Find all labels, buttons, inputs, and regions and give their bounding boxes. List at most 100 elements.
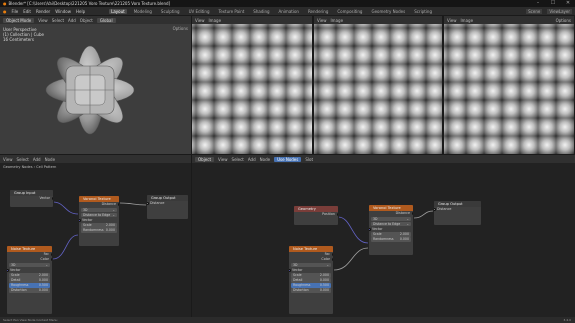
viewport-menu-view[interactable]: View [38, 18, 48, 23]
node-left-menu-view[interactable]: View [3, 157, 13, 162]
voronoi-node-left[interactable]: Voronoi Texture Distance 3D ⌄ Distance to… [78, 195, 120, 247]
menu-file[interactable]: File [12, 9, 19, 14]
3d-viewport[interactable]: Options User Perspective (1) Collection … [0, 24, 191, 154]
noise-right-roughness[interactable]: Roughness 0.500 [291, 283, 331, 288]
slot-selector[interactable]: Slot [305, 157, 313, 162]
voronoi-right-scale[interactable]: Scale 2.000 [371, 232, 411, 237]
menu-help[interactable]: Help [76, 9, 85, 14]
viewport-menu-object[interactable]: Object [80, 18, 93, 23]
socket[interactable] [331, 253, 333, 256]
socket[interactable] [7, 268, 9, 272]
node-left-menu-node[interactable]: Node [45, 157, 55, 162]
socket[interactable] [147, 202, 149, 205]
flower-mesh [45, 45, 135, 135]
socket[interactable] [117, 203, 119, 206]
voronoi-left-feature[interactable]: Distance to Edge ⌄ [81, 212, 117, 217]
workspace-tab-modeling[interactable]: Modeling [132, 9, 154, 14]
socket[interactable] [434, 208, 436, 211]
workspace-tab-sculpting[interactable]: Sculpting [159, 9, 182, 14]
workspace-tab-geometry-nodes[interactable]: Geometry Nodes [369, 9, 407, 14]
noise-node-right[interactable]: Noise Texture Fac Color 3D ⌄ Vector Scale… [288, 245, 334, 315]
noise-left-dimension[interactable]: 3D ⌄ [9, 262, 50, 267]
noise-left-scale[interactable]: Scale 2.000 [9, 273, 50, 278]
socket[interactable] [411, 212, 413, 215]
viewport-menu-add[interactable]: Add [68, 18, 76, 23]
node-right-menu-add[interactable]: Add [248, 157, 256, 162]
texture-preview-1[interactable] [192, 24, 312, 154]
voronoi-node-right[interactable]: Voronoi Texture Distance 3D ⌄ Distance to… [368, 204, 414, 256]
voronoi-right-dimension[interactable]: 3D ⌄ [371, 216, 411, 221]
menu-edit[interactable]: Edit [23, 9, 31, 14]
blender-menu-icon[interactable]: ● [3, 9, 7, 14]
texture-preview-3[interactable] [444, 24, 574, 154]
node-right-menu-node[interactable]: Node [260, 157, 270, 162]
scene-selector[interactable]: Scene [526, 8, 543, 14]
socket[interactable] [289, 268, 291, 272]
socket[interactable] [336, 213, 338, 216]
node-right-menu-view[interactable]: View [218, 157, 228, 162]
image-editor-3-options[interactable]: Options [556, 18, 571, 23]
noise-left-roughness[interactable]: Roughness 0.500 [9, 283, 50, 288]
geometry-node[interactable]: Geometry Position [293, 205, 339, 226]
texture-preview-2[interactable] [314, 24, 442, 154]
node-canvas-left[interactable]: Geometry Nodes › Cell Pattern Group Inpu… [0, 163, 191, 317]
transform-orientation[interactable]: Global [96, 17, 116, 23]
minimize-button[interactable]: – [531, 0, 545, 7]
voronoi-left-scale[interactable]: Scale 2.000 [81, 223, 117, 228]
maximize-button[interactable]: ☐ [546, 0, 560, 7]
image-editor-2-view-menu[interactable]: View [317, 18, 327, 23]
socket[interactable] [369, 227, 371, 231]
voronoi-left-randomness[interactable]: Randomness 0.000 [81, 228, 117, 233]
socket[interactable] [50, 253, 52, 256]
noise-right-dimension[interactable]: 3D ⌄ [291, 262, 331, 267]
status-bar: Select Pan View Node Context Menu 3.4.0 [0, 317, 575, 323]
workspace-tab-shading[interactable]: Shading [251, 9, 271, 14]
group-output-node-left[interactable]: Group Output Distance [146, 194, 189, 220]
chevron-down-icon: ⌄ [326, 262, 329, 267]
field-value: 0.000 [38, 288, 48, 292]
use-nodes-toggle[interactable]: Use Nodes [274, 156, 302, 162]
workspace-tab-compositing[interactable]: Compositing [335, 9, 364, 14]
image-editor-3-image-menu[interactable]: Image [461, 18, 474, 23]
voronoi-right-randomness[interactable]: Randomness 0.000 [371, 237, 411, 242]
image-editor-2-image-menu[interactable]: Image [331, 18, 344, 23]
workspace-tab-scripting[interactable]: Scripting [412, 9, 434, 14]
voronoi-left-dimension[interactable]: 3D ⌄ [81, 207, 117, 212]
workspace-tab-layout[interactable]: Layout [109, 8, 127, 14]
noise-node-left[interactable]: Noise Texture Fac Color 3D ⌄ Vector Scale… [6, 245, 53, 315]
node-right-object-selector[interactable]: Object [195, 156, 215, 162]
node-left-menu-add[interactable]: Add [33, 157, 41, 162]
viewport-menu-select[interactable]: Select [52, 18, 64, 23]
noise-left-distortion[interactable]: Distortion 0.000 [9, 288, 50, 293]
group-input-node[interactable]: Group Input Vector [9, 189, 54, 208]
viewport-options[interactable]: Options [173, 26, 188, 31]
view-layer-selector[interactable]: ViewLayer [547, 8, 572, 14]
noise-left-detail[interactable]: Detail 0.000 [9, 278, 50, 283]
image-editor-1-image-menu[interactable]: Image [209, 18, 222, 23]
socket[interactable] [51, 197, 53, 200]
image-editor-3-view-menu[interactable]: View [447, 18, 457, 23]
noise-right-scale[interactable]: Scale 2.000 [291, 273, 331, 278]
group-output-node-right[interactable]: Group Output Distance [433, 200, 482, 226]
workspace-tab-uv-editing[interactable]: UV Editing [187, 9, 212, 14]
node-left-menu-select[interactable]: Select [17, 157, 29, 162]
socket[interactable] [79, 218, 81, 222]
node-canvas-right[interactable]: Geometry Position Noise Texture Fac Colo… [192, 163, 575, 317]
node-editor-left: View Select Add Node Geometry Nodes › Ce… [0, 155, 191, 317]
image-editor-1: View Image [192, 16, 312, 154]
menu-render[interactable]: Render [36, 9, 50, 14]
mode-selector[interactable]: Object Mode [3, 17, 35, 23]
socket[interactable] [50, 258, 52, 261]
voronoi-right-feature[interactable]: Distance to Edge ⌄ [371, 221, 411, 226]
node-right-menu-select[interactable]: Select [232, 157, 244, 162]
close-button[interactable]: ✕ [561, 0, 575, 7]
workspace-tab-texture-paint[interactable]: Texture Paint [216, 9, 246, 14]
image-editor-1-view-menu[interactable]: View [195, 18, 205, 23]
workspace-tab-rendering[interactable]: Rendering [306, 9, 330, 14]
socket[interactable] [331, 258, 333, 261]
noise-right-detail[interactable]: Detail 0.000 [291, 278, 331, 283]
noise-right-distortion[interactable]: Distortion 0.000 [291, 288, 331, 293]
field-value: 0.500 [38, 283, 48, 287]
menu-window[interactable]: Window [55, 9, 71, 14]
workspace-tab-animation[interactable]: Animation [277, 9, 301, 14]
